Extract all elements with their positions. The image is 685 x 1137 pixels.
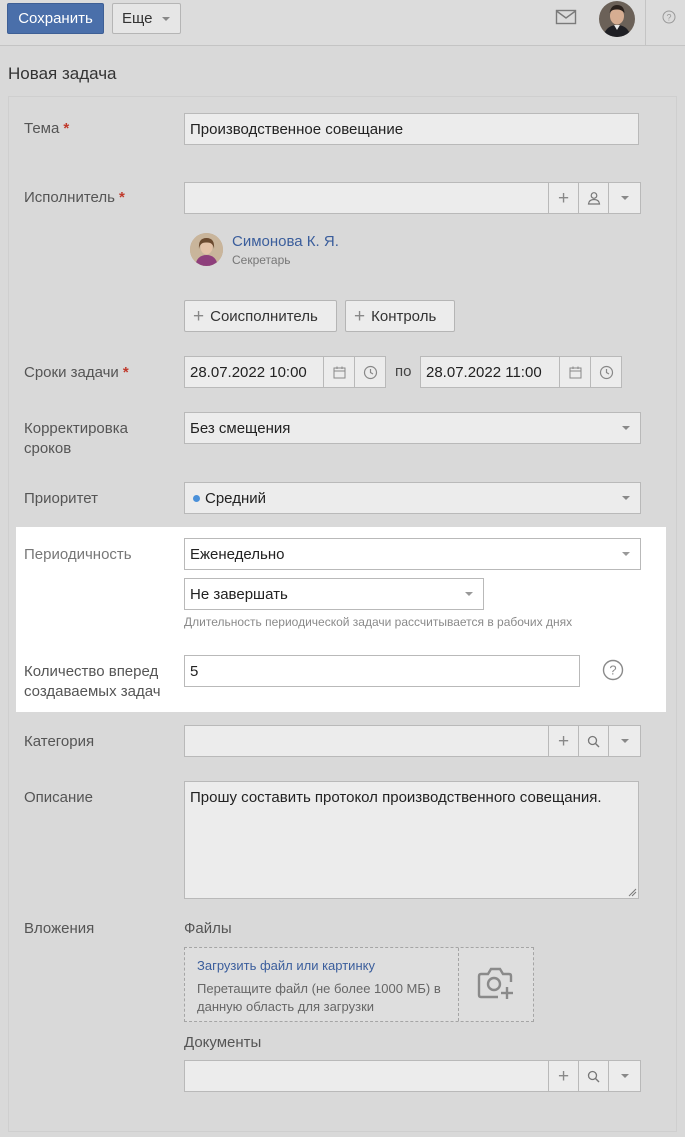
ahead-count-label: Количество вперед создаваемых задач xyxy=(24,663,161,700)
resize-handle-icon[interactable] xyxy=(627,887,637,897)
description-textarea[interactable]: Прошу составить протокол производственно… xyxy=(184,781,639,899)
subject-input[interactable]: Производственное совещание xyxy=(184,113,639,145)
dropzone-divider xyxy=(458,948,459,1021)
calendar-icon xyxy=(569,366,581,378)
chevron-down-icon xyxy=(622,426,630,430)
time-button[interactable] xyxy=(354,356,386,388)
chevron-down-icon xyxy=(622,496,630,500)
upload-hint: Перетащите файл (не более 1000 МБ) в дан… xyxy=(197,981,441,1014)
periodicity-label: Периодичность xyxy=(24,546,132,563)
search-icon xyxy=(587,1070,600,1082)
deadline-to-input[interactable]: 28.07.2022 11:00 xyxy=(420,356,622,388)
mail-icon[interactable] xyxy=(555,8,577,26)
plus-icon: + xyxy=(354,305,366,327)
priority-select[interactable]: Средний xyxy=(184,482,641,514)
category-input[interactable]: + xyxy=(184,725,641,757)
add-coexecutor-button[interactable]: + Соисполнитель xyxy=(184,300,337,332)
assignee-input[interactable]: + xyxy=(184,182,641,214)
files-label: Файлы xyxy=(184,920,232,937)
periodicity-hint: Длительность периодической задачи рассчи… xyxy=(184,615,573,629)
description-label: Описание xyxy=(24,789,94,806)
add-control-button[interactable]: + Контроль xyxy=(345,300,455,332)
more-button-label: Еще xyxy=(122,10,153,27)
help-icon[interactable]: ? xyxy=(602,659,624,681)
documents-input[interactable]: + xyxy=(184,1060,641,1092)
chevron-down-icon xyxy=(620,739,629,743)
help-icon[interactable]: ? xyxy=(662,10,676,24)
save-button[interactable]: Сохранить xyxy=(7,3,104,34)
documents-label: Документы xyxy=(184,1034,262,1051)
assignee-person-role: Секретарь xyxy=(232,253,291,267)
time-button[interactable] xyxy=(590,356,622,388)
subject-label: Тема * xyxy=(24,120,70,137)
toolbar-divider xyxy=(645,0,646,46)
deadline-from-input[interactable]: 28.07.2022 10:00 xyxy=(184,356,386,388)
plus-icon: + xyxy=(557,1065,570,1087)
chevron-down-icon xyxy=(620,1074,629,1078)
priority-label: Приоритет xyxy=(24,490,98,507)
correction-label: Корректировка сроков xyxy=(24,420,128,457)
add-category-button[interactable]: + xyxy=(548,725,579,757)
clock-icon xyxy=(363,365,377,379)
assignee-dropdown-button[interactable] xyxy=(608,182,641,214)
periodicity-select[interactable]: Еженедельно xyxy=(184,538,641,570)
person-avatar xyxy=(190,233,223,266)
deadline-label: Сроки задачи * xyxy=(24,364,129,381)
chevron-down-icon xyxy=(620,196,629,200)
user-icon xyxy=(587,192,600,205)
chevron-down-icon xyxy=(622,552,630,556)
correction-select[interactable]: Без смещения xyxy=(184,412,641,444)
calendar-button[interactable] xyxy=(323,356,355,388)
calendar-button[interactable] xyxy=(559,356,591,388)
more-button[interactable]: Еще xyxy=(112,3,181,34)
calendar-icon xyxy=(333,366,345,378)
subject-value: Производственное совещание xyxy=(190,120,404,138)
category-dropdown-button[interactable] xyxy=(608,725,641,757)
assignee-person-link[interactable]: Симонова К. Я. xyxy=(232,233,339,250)
search-document-button[interactable] xyxy=(578,1060,609,1092)
category-label: Категория xyxy=(24,733,95,750)
plus-icon: + xyxy=(557,187,570,209)
deadline-separator: по xyxy=(395,363,412,380)
chevron-down-icon xyxy=(465,592,473,596)
assignee-label: Исполнитель * xyxy=(24,189,125,206)
plus-icon: + xyxy=(557,730,570,752)
avatar[interactable] xyxy=(599,1,635,37)
ahead-count-input[interactable]: 5 xyxy=(184,655,580,687)
search-icon xyxy=(587,735,600,747)
attachments-label: Вложения xyxy=(24,920,95,937)
chevron-down-icon xyxy=(161,16,170,21)
clock-icon xyxy=(599,365,613,379)
svg-text:?: ? xyxy=(666,12,671,22)
plus-icon: + xyxy=(193,305,205,327)
svg-text:?: ? xyxy=(609,663,616,678)
camera-add-icon[interactable] xyxy=(476,965,516,1001)
priority-dot xyxy=(193,494,200,502)
search-category-button[interactable] xyxy=(578,725,609,757)
file-dropzone[interactable]: Загрузить файл или картинку Перетащите ф… xyxy=(184,947,534,1022)
select-user-button[interactable] xyxy=(578,182,609,214)
add-document-button[interactable]: + xyxy=(548,1060,579,1092)
periodicity-end-select[interactable]: Не завершать xyxy=(184,578,484,610)
add-assignee-button[interactable]: + xyxy=(548,182,579,214)
upload-file-link[interactable]: Загрузить файл или картинку xyxy=(197,958,375,973)
toolbar: Сохранить Еще ? xyxy=(0,0,685,46)
documents-dropdown-button[interactable] xyxy=(608,1060,641,1092)
page-title: Новая задача xyxy=(8,64,117,83)
